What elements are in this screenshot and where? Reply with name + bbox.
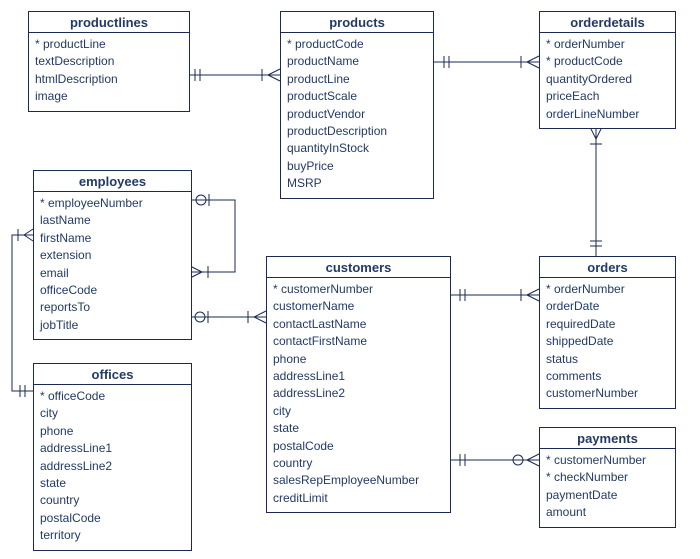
entity-customers-title: customers	[267, 257, 450, 278]
entity-productlines: productlines * productLine textDescripti…	[28, 11, 190, 112]
field: * productCode	[287, 36, 427, 53]
field: MSRP	[287, 175, 427, 192]
entity-orders-title: orders	[540, 257, 675, 278]
entity-products: products * productCode productName produ…	[280, 11, 434, 199]
entity-productlines-body: * productLine textDescription htmlDescri…	[29, 33, 189, 111]
entity-offices-title: offices	[34, 364, 191, 385]
field: orderDate	[546, 298, 669, 315]
field: shippedDate	[546, 333, 669, 350]
field: amount	[546, 504, 669, 521]
entity-orderdetails: orderdetails * orderNumber * productCode…	[539, 11, 676, 129]
field: customerName	[273, 298, 444, 315]
entity-orderdetails-body: * orderNumber * productCode quantityOrde…	[540, 33, 675, 128]
field: addressLine2	[273, 385, 444, 402]
field: productVendor	[287, 106, 427, 123]
field: contactFirstName	[273, 333, 444, 350]
field: creditLimit	[273, 490, 444, 507]
entity-offices: offices * officeCode city phone addressL…	[33, 363, 192, 551]
entity-products-title: products	[281, 12, 433, 33]
field: orderLineNumber	[546, 106, 669, 123]
field: extension	[40, 247, 185, 264]
field: city	[273, 403, 444, 420]
entity-payments-body: * customerNumber * checkNumber paymentDa…	[540, 449, 675, 527]
field: productName	[287, 53, 427, 70]
field: * customerNumber	[273, 281, 444, 298]
field: email	[40, 265, 185, 282]
field: country	[273, 455, 444, 472]
field: lastName	[40, 212, 185, 229]
field: salesRepEmployeeNumber	[273, 472, 444, 489]
field: postalCode	[273, 438, 444, 455]
field: officeCode	[40, 282, 185, 299]
field: addressLine2	[40, 458, 185, 475]
field: * customerNumber	[546, 452, 669, 469]
field: state	[273, 420, 444, 437]
field: reportsTo	[40, 299, 185, 316]
field: city	[40, 405, 185, 422]
entity-orderdetails-title: orderdetails	[540, 12, 675, 33]
field: country	[40, 492, 185, 509]
field: phone	[273, 351, 444, 368]
field: contactLastName	[273, 316, 444, 333]
field: addressLine1	[40, 440, 185, 457]
entity-employees: employees * employeeNumber lastName firs…	[33, 170, 192, 340]
field: status	[546, 351, 669, 368]
entity-offices-body: * officeCode city phone addressLine1 add…	[34, 385, 191, 550]
field: jobTitle	[40, 317, 185, 334]
field: phone	[40, 423, 185, 440]
field: firstName	[40, 230, 185, 247]
field: productDescription	[287, 123, 427, 140]
entity-orders: orders * orderNumber orderDate requiredD…	[539, 256, 676, 409]
entity-customers: customers * customerNumber customerName …	[266, 256, 451, 513]
field: * productCode	[546, 53, 669, 70]
field: * orderNumber	[546, 281, 669, 298]
field: postalCode	[40, 510, 185, 527]
field: quantityOrdered	[546, 71, 669, 88]
field: * employeeNumber	[40, 195, 185, 212]
field: requiredDate	[546, 316, 669, 333]
field: customerNumber	[546, 385, 669, 402]
entity-orders-body: * orderNumber orderDate requiredDate shi…	[540, 278, 675, 408]
field: image	[35, 88, 183, 105]
entity-products-body: * productCode productName productLine pr…	[281, 33, 433, 198]
entity-employees-body: * employeeNumber lastName firstName exte…	[34, 192, 191, 339]
field: addressLine1	[273, 368, 444, 385]
field: quantityInStock	[287, 140, 427, 157]
field: buyPrice	[287, 158, 427, 175]
field: * orderNumber	[546, 36, 669, 53]
field: productScale	[287, 88, 427, 105]
field: comments	[546, 368, 669, 385]
entity-productlines-title: productlines	[29, 12, 189, 33]
field: productLine	[287, 71, 427, 88]
field: priceEach	[546, 88, 669, 105]
entity-employees-title: employees	[34, 171, 191, 192]
field: * checkNumber	[546, 469, 669, 486]
field: textDescription	[35, 53, 183, 70]
entity-payments-title: payments	[540, 428, 675, 449]
field: territory	[40, 527, 185, 544]
field: paymentDate	[546, 487, 669, 504]
entity-customers-body: * customerNumber customerName contactLas…	[267, 278, 450, 512]
entity-payments: payments * customerNumber * checkNumber …	[539, 427, 676, 528]
field: * productLine	[35, 36, 183, 53]
field: htmlDescription	[35, 71, 183, 88]
field: state	[40, 475, 185, 492]
field: * officeCode	[40, 388, 185, 405]
